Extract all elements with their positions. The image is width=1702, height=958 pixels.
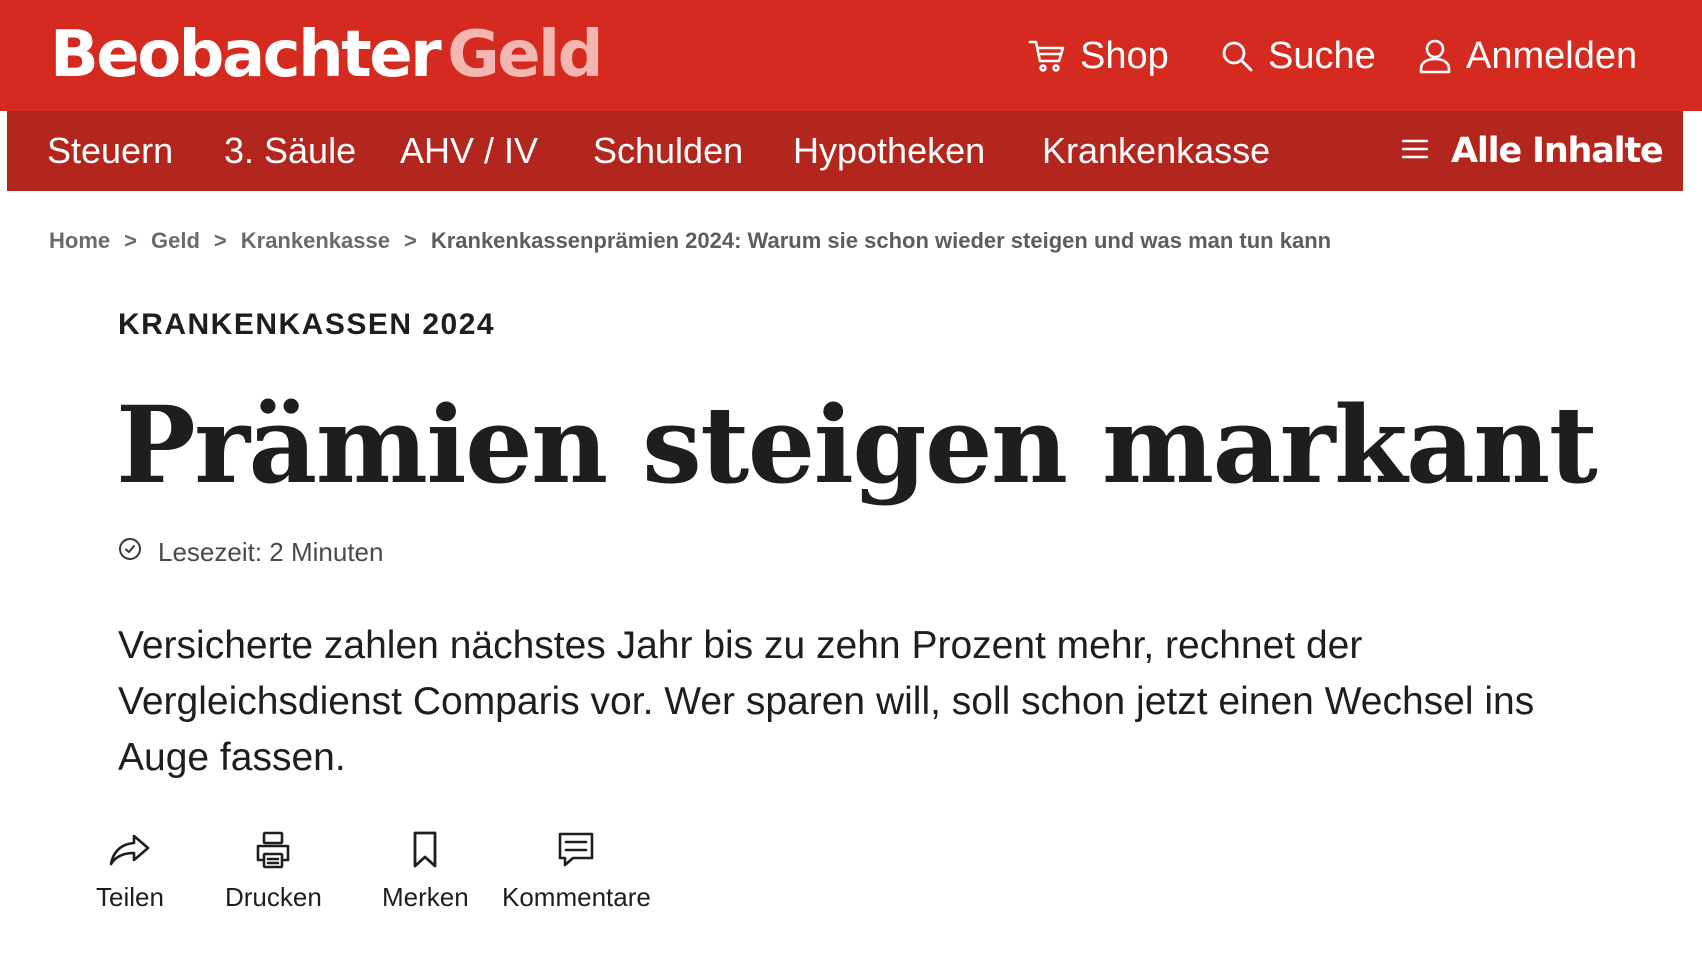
nav-item-krankenkasse[interactable]: Krankenkasse [1042, 111, 1270, 191]
share-button[interactable]: Teilen [96, 830, 164, 913]
article-headline: Prämien steigen markant [116, 382, 1598, 507]
section-nav: Steuern 3. Säule AHV / IV Schulden Hypot… [7, 111, 1683, 191]
bookmark-icon [410, 830, 440, 870]
logo-section: Geld [447, 18, 603, 92]
article-lead: Versicherte zahlen nächstes Jahr bis zu … [118, 624, 1535, 779]
all-content-label: Alle Inhalte [1451, 131, 1664, 171]
breadcrumb-geld[interactable]: Geld [151, 228, 200, 254]
breadcrumb-current: Krankenkassenprämien 2024: Warum sie sch… [430, 228, 1332, 253]
breadcrumb-separator: > [403, 228, 417, 253]
user-icon [1418, 38, 1452, 74]
clock-icon [118, 537, 142, 568]
site-logo[interactable]: Beobachter Geld [50, 18, 603, 92]
print-label: Drucken [225, 882, 322, 912]
reading-time-label: Lesezeit: 2 Minuten [158, 536, 384, 567]
shop-label: Shop [1080, 35, 1169, 77]
comments-button[interactable]: Kommentare [502, 830, 651, 913]
search-icon [1220, 39, 1254, 73]
breadcrumb-separator: > [213, 228, 227, 253]
nav-item-ahv-iv[interactable]: AHV / IV [400, 111, 538, 191]
breadcrumb-home[interactable]: Home [49, 228, 110, 254]
nav-item-saeule-3[interactable]: 3. Säule [224, 111, 356, 191]
menu-icon [1401, 137, 1429, 166]
print-button[interactable]: Drucken [225, 830, 322, 913]
shop-link[interactable]: Shop [1028, 28, 1169, 84]
login-link[interactable]: Anmelden [1418, 28, 1637, 84]
cart-icon [1028, 39, 1066, 73]
bookmark-button[interactable]: Merken [382, 830, 469, 913]
nav-item-hypotheken[interactable]: Hypotheken [793, 111, 985, 191]
share-icon [108, 830, 152, 870]
printer-icon [253, 830, 293, 870]
reading-time: Lesezeit: 2 Minuten [118, 536, 383, 568]
bookmark-label: Merken [382, 882, 469, 912]
breadcrumb-krankenkasse[interactable]: Krankenkasse [241, 228, 390, 254]
logo-brand: Beobachter [50, 18, 442, 92]
comment-icon [556, 830, 596, 870]
all-content-button[interactable]: Alle Inhalte [1401, 111, 1664, 191]
breadcrumb-separator: > [124, 228, 137, 253]
nav-item-schulden[interactable]: Schulden [593, 111, 743, 191]
share-label: Teilen [96, 882, 164, 912]
login-label: Anmelden [1466, 35, 1638, 77]
search-link[interactable]: Suche [1220, 28, 1376, 84]
nav-item-steuern[interactable]: Steuern [47, 111, 173, 191]
article-kicker: KRANKENKASSEN 2024 [118, 308, 496, 341]
breadcrumb: Home > Geld > Krankenkasse > Krankenkass… [49, 226, 1331, 256]
search-label: Suche [1268, 35, 1376, 77]
comments-label: Kommentare [502, 882, 651, 912]
site-header: Beobachter Geld Shop Suche Anmelden [0, 0, 1702, 111]
